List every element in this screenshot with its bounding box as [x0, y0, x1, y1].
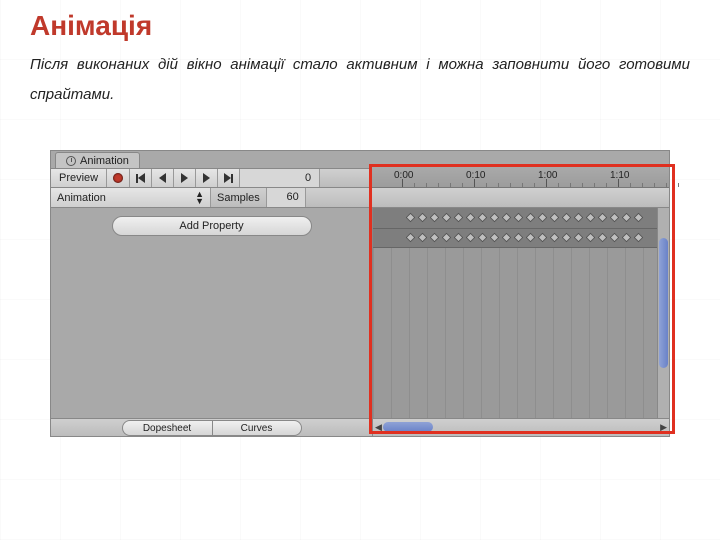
- keyframe-diamond[interactable]: [574, 233, 584, 243]
- property-pane: Add Property: [51, 208, 373, 418]
- timeline-ruler[interactable]: 0:00 0:10 1:00 1:10: [372, 168, 669, 188]
- keyframes[interactable]: [373, 208, 657, 248]
- clip-select[interactable]: Animation ▲▼: [51, 188, 211, 207]
- page-title: Анімація: [30, 10, 690, 42]
- keyframe-diamond[interactable]: [574, 213, 584, 223]
- animation-tab[interactable]: Animation: [55, 152, 140, 169]
- keyframe-diamond[interactable]: [418, 233, 428, 243]
- keyframe-diamond[interactable]: [478, 213, 488, 223]
- keyframe-diamond[interactable]: [550, 233, 560, 243]
- skip-end-button[interactable]: [218, 169, 240, 187]
- vertical-scrollbar[interactable]: [657, 208, 669, 418]
- keyframe-diamond[interactable]: [622, 213, 632, 223]
- keyframe-diamond[interactable]: [538, 233, 548, 243]
- horizontal-scrollbar-thumb[interactable]: [383, 422, 433, 432]
- ruler-label: 0:10: [466, 170, 485, 181]
- keyframe-diamond[interactable]: [406, 213, 416, 223]
- dropdown-icon: ▲▼: [195, 191, 204, 205]
- keyframe-diamond[interactable]: [442, 213, 452, 223]
- keyframe-diamond[interactable]: [502, 213, 512, 223]
- keyframe-diamond[interactable]: [490, 213, 500, 223]
- keyframe-diamond[interactable]: [586, 213, 596, 223]
- keyframe-diamond[interactable]: [466, 213, 476, 223]
- keyframe-diamond[interactable]: [514, 233, 524, 243]
- samples-label: Samples: [211, 188, 266, 207]
- keyframe-diamond[interactable]: [490, 233, 500, 243]
- prev-key-button[interactable]: [152, 169, 174, 187]
- page-description: Після виконаних дій вікно анімації стало…: [30, 50, 690, 110]
- keyframe-diamond[interactable]: [430, 213, 440, 223]
- vertical-scrollbar-thumb[interactable]: [659, 238, 668, 368]
- scroll-right-icon[interactable]: ▶: [660, 422, 667, 433]
- keyframe-diamond[interactable]: [502, 233, 512, 243]
- keyframe-diamond[interactable]: [634, 233, 644, 243]
- next-key-button[interactable]: [196, 169, 218, 187]
- scroll-left-icon[interactable]: ◀: [375, 422, 382, 433]
- curves-tab[interactable]: Curves: [212, 420, 302, 436]
- keyframe-diamond[interactable]: [418, 213, 428, 223]
- keyframe-diamond[interactable]: [610, 213, 620, 223]
- clock-icon: [66, 156, 76, 166]
- skip-end-icon: [224, 173, 233, 183]
- keyframe-diamond[interactable]: [526, 213, 536, 223]
- record-icon: [113, 173, 123, 183]
- keyframe-diamond[interactable]: [454, 213, 464, 223]
- keyframe-diamond[interactable]: [562, 213, 572, 223]
- frame-number-field[interactable]: 0: [240, 169, 320, 187]
- keyframe-diamond[interactable]: [478, 233, 488, 243]
- keyframe-diamond[interactable]: [598, 213, 608, 223]
- keyframe-diamond[interactable]: [526, 233, 536, 243]
- dopesheet-pane[interactable]: [373, 208, 669, 418]
- prev-key-icon: [159, 173, 166, 183]
- keyframe-diamond[interactable]: [406, 233, 416, 243]
- play-button[interactable]: [174, 169, 196, 187]
- play-icon: [181, 173, 188, 183]
- ruler-label: 0:00: [394, 170, 413, 181]
- keyframe-diamond[interactable]: [442, 233, 452, 243]
- keyframe-diamond[interactable]: [598, 233, 608, 243]
- keyframe-diamond[interactable]: [430, 233, 440, 243]
- record-button[interactable]: [107, 169, 130, 187]
- horizontal-scrollbar[interactable]: ◀ ▶: [373, 419, 669, 436]
- next-key-icon: [203, 173, 210, 183]
- clip-row: Animation ▲▼ Samples 60: [51, 188, 669, 208]
- keyframe-diamond[interactable]: [454, 233, 464, 243]
- clip-name: Animation: [57, 192, 106, 204]
- skip-start-button[interactable]: [130, 169, 152, 187]
- keyframe-diamond[interactable]: [538, 213, 548, 223]
- ruler-label: 1:10: [610, 170, 629, 181]
- bottom-bar: Dopesheet Curves ◀ ▶: [51, 418, 669, 436]
- keyframe-diamond[interactable]: [514, 213, 524, 223]
- skip-start-icon: [136, 173, 145, 183]
- keyframe-diamond[interactable]: [466, 233, 476, 243]
- preview-label: Preview: [59, 172, 98, 184]
- samples-field[interactable]: 60: [266, 188, 306, 207]
- ruler-label: 1:00: [538, 170, 557, 181]
- animation-window: Animation Preview 0 Animation ▲▼: [50, 150, 670, 437]
- keyframe-diamond[interactable]: [586, 233, 596, 243]
- keyframe-diamond[interactable]: [550, 213, 560, 223]
- preview-button[interactable]: Preview: [51, 169, 107, 187]
- keyframe-diamond[interactable]: [562, 233, 572, 243]
- animation-tab-label: Animation: [80, 155, 129, 167]
- keyframe-diamond[interactable]: [622, 233, 632, 243]
- add-property-button[interactable]: Add Property: [112, 216, 312, 236]
- keyframe-diamond[interactable]: [634, 213, 644, 223]
- keyframe-diamond[interactable]: [610, 233, 620, 243]
- dopesheet-tab[interactable]: Dopesheet: [122, 420, 212, 436]
